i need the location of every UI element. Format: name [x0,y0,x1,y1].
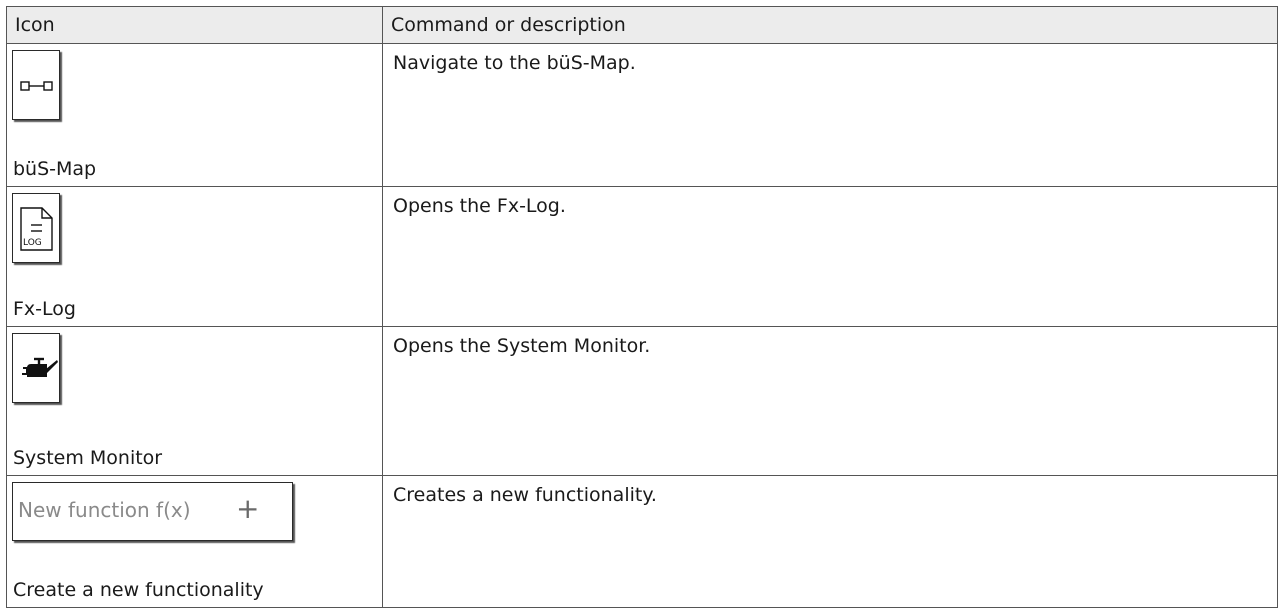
icon-cell: System Monitor [7,327,382,475]
oil-can-icon [22,357,58,377]
description-text: Navigate to the büS-Map. [393,52,636,74]
table-header: Icon Command or description [7,7,1277,44]
log-label: LOG [23,238,42,248]
description-cell: Opens the Fx-Log. [382,187,1277,326]
bus-map-button[interactable] [12,50,60,120]
description-text: Opens the System Monitor. [393,335,651,357]
plus-icon: + [236,492,260,525]
command-table: Icon Command or description büS-Map Navi… [6,6,1278,608]
table-row: LOG Fx-Log Opens the Fx-Log. [7,187,1277,327]
log-document-icon: LOG [20,207,53,251]
icon-cell: büS-Map [7,44,382,186]
new-function-button[interactable]: New function f(x) + [12,482,293,541]
header-icon: Icon [15,14,55,36]
table-row: büS-Map Navigate to the büS-Map. [7,44,1277,187]
icon-cell: LOG Fx-Log [7,187,382,326]
icon-caption: büS-Map [13,158,97,180]
new-function-label: New function f(x) [18,498,191,522]
description-text: Opens the Fx-Log. [393,195,566,217]
fx-log-button[interactable]: LOG [12,193,60,263]
description-cell: Creates a new functionality. [382,476,1277,607]
icon-caption: Fx-Log [13,298,76,320]
description-cell: Opens the System Monitor. [382,327,1277,475]
icon-cell: New function f(x) + Create a new functio… [7,476,382,607]
header-command: Command or description [382,7,1277,43]
description-cell: Navigate to the büS-Map. [382,44,1277,186]
icon-caption: System Monitor [13,447,163,469]
description-text: Creates a new functionality. [393,484,657,506]
table-row: System Monitor Opens the System Monitor. [7,327,1277,476]
system-monitor-button[interactable] [12,333,60,403]
bus-map-icon [20,81,53,91]
icon-caption: Create a new functionality [13,579,264,601]
table-row: New function f(x) + Create a new functio… [7,476,1277,607]
